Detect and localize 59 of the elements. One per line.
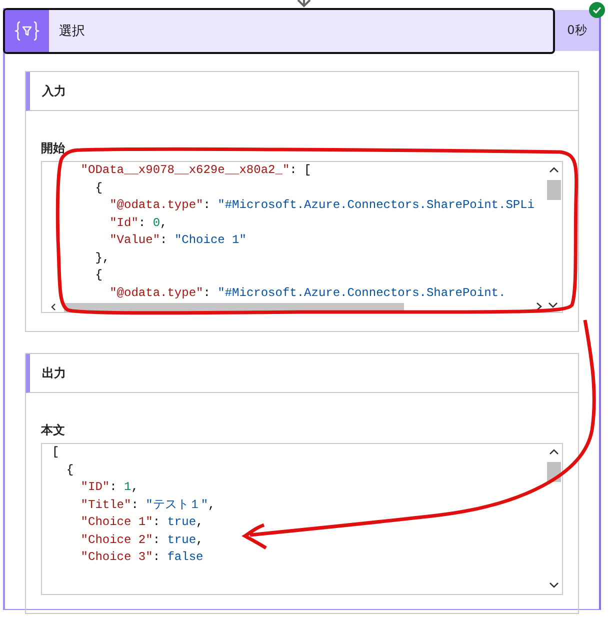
section-title: 出力 <box>42 364 66 382</box>
code-punctuation: [ <box>52 445 60 459</box>
scrollbar-thumb[interactable] <box>64 303 404 312</box>
scroll-up-icon[interactable] <box>549 167 559 173</box>
field-label: 開始 <box>41 140 65 157</box>
code-token: "@odata.type" <box>108 286 204 300</box>
code-punctuation: : <box>152 550 162 564</box>
code-token: true <box>167 532 196 546</box>
code-punctuation: : <box>203 198 212 212</box>
code-token: "ID" <box>80 480 110 494</box>
code-punctuation: , <box>131 480 138 494</box>
section-header[interactable]: 出力 <box>26 354 578 393</box>
code-token: "テスト１" <box>146 498 208 512</box>
code-token: "Value" <box>108 233 160 247</box>
code-punctuation: : <box>160 233 168 247</box>
code-punctuation: { <box>94 268 102 282</box>
code-token: 0 <box>152 216 160 230</box>
scrollbar-thumb[interactable] <box>547 180 561 200</box>
section-title: 入力 <box>42 82 66 100</box>
field-label: 本文 <box>41 422 65 439</box>
code-punctuation: : <box>152 532 162 546</box>
code-token: "Id" <box>108 216 138 230</box>
code-punctuation: : <box>131 498 140 512</box>
scroll-down-icon[interactable] <box>549 582 559 588</box>
code-token: "@odata.type" <box>108 198 204 212</box>
code-punctuation: , <box>196 515 204 529</box>
code-punctuation: }, <box>94 250 110 264</box>
code-punctuation: , <box>208 498 216 512</box>
code-punctuation: : <box>110 480 118 494</box>
action-title: 選択 <box>59 23 85 40</box>
section-header[interactable]: 入力 <box>26 72 578 111</box>
code-token: "Choice 1" <box>174 233 246 247</box>
scroll-down-icon[interactable] <box>548 302 558 308</box>
code-token: 1 <box>124 480 132 494</box>
code-token: "Choice 2" <box>80 532 153 546</box>
duration-label: 0秒 <box>555 10 599 51</box>
code-punctuation: : <box>152 515 162 529</box>
code-punctuation: : <box>203 286 212 300</box>
code-token: "#Microsoft.Azure.Connectors.SharePoint. <box>218 286 506 300</box>
code-token: "Choice 3" <box>80 550 153 564</box>
code-editor[interactable]: "OData__x9078__x629e__x80a2_": [ { "@odata.type": "#Microsoft.Azure.Connectors.SharePoint.SPLi "Id": 0, "Value": "Choice 1" }, { "@odata.type": "#Microsoft.Azure.Connectors.SharePoint. <box>41 161 563 313</box>
scroll-left-icon[interactable] <box>51 303 56 311</box>
code-editor[interactable]: [ { "ID": 1, "Title": "テスト１", "Choice 1": true, "Choice 2": true, "Choice 3": false <box>41 443 563 595</box>
scroll-up-icon[interactable] <box>549 449 559 455</box>
code-token: "#Microsoft.Azure.Connectors.SharePoint.SPLi <box>218 198 534 212</box>
action-header[interactable]: 選択 <box>3 8 555 54</box>
code-punctuation: , <box>196 532 204 546</box>
braces-filter-icon <box>14 20 40 42</box>
code-token: "Choice 1" <box>80 515 153 529</box>
code-token: false <box>167 550 204 564</box>
scroll-right-icon[interactable] <box>536 302 542 311</box>
code-punctuation: : [ <box>290 163 312 177</box>
code-punctuation: { <box>94 180 102 194</box>
code-punctuation: , <box>160 216 168 230</box>
code-token: "Title" <box>80 498 132 512</box>
code-token: true <box>167 515 196 529</box>
code-token: "OData__x9078__x629e__x80a2_" <box>80 163 290 177</box>
code-punctuation: : <box>138 216 147 230</box>
code-punctuation: { <box>65 462 74 476</box>
